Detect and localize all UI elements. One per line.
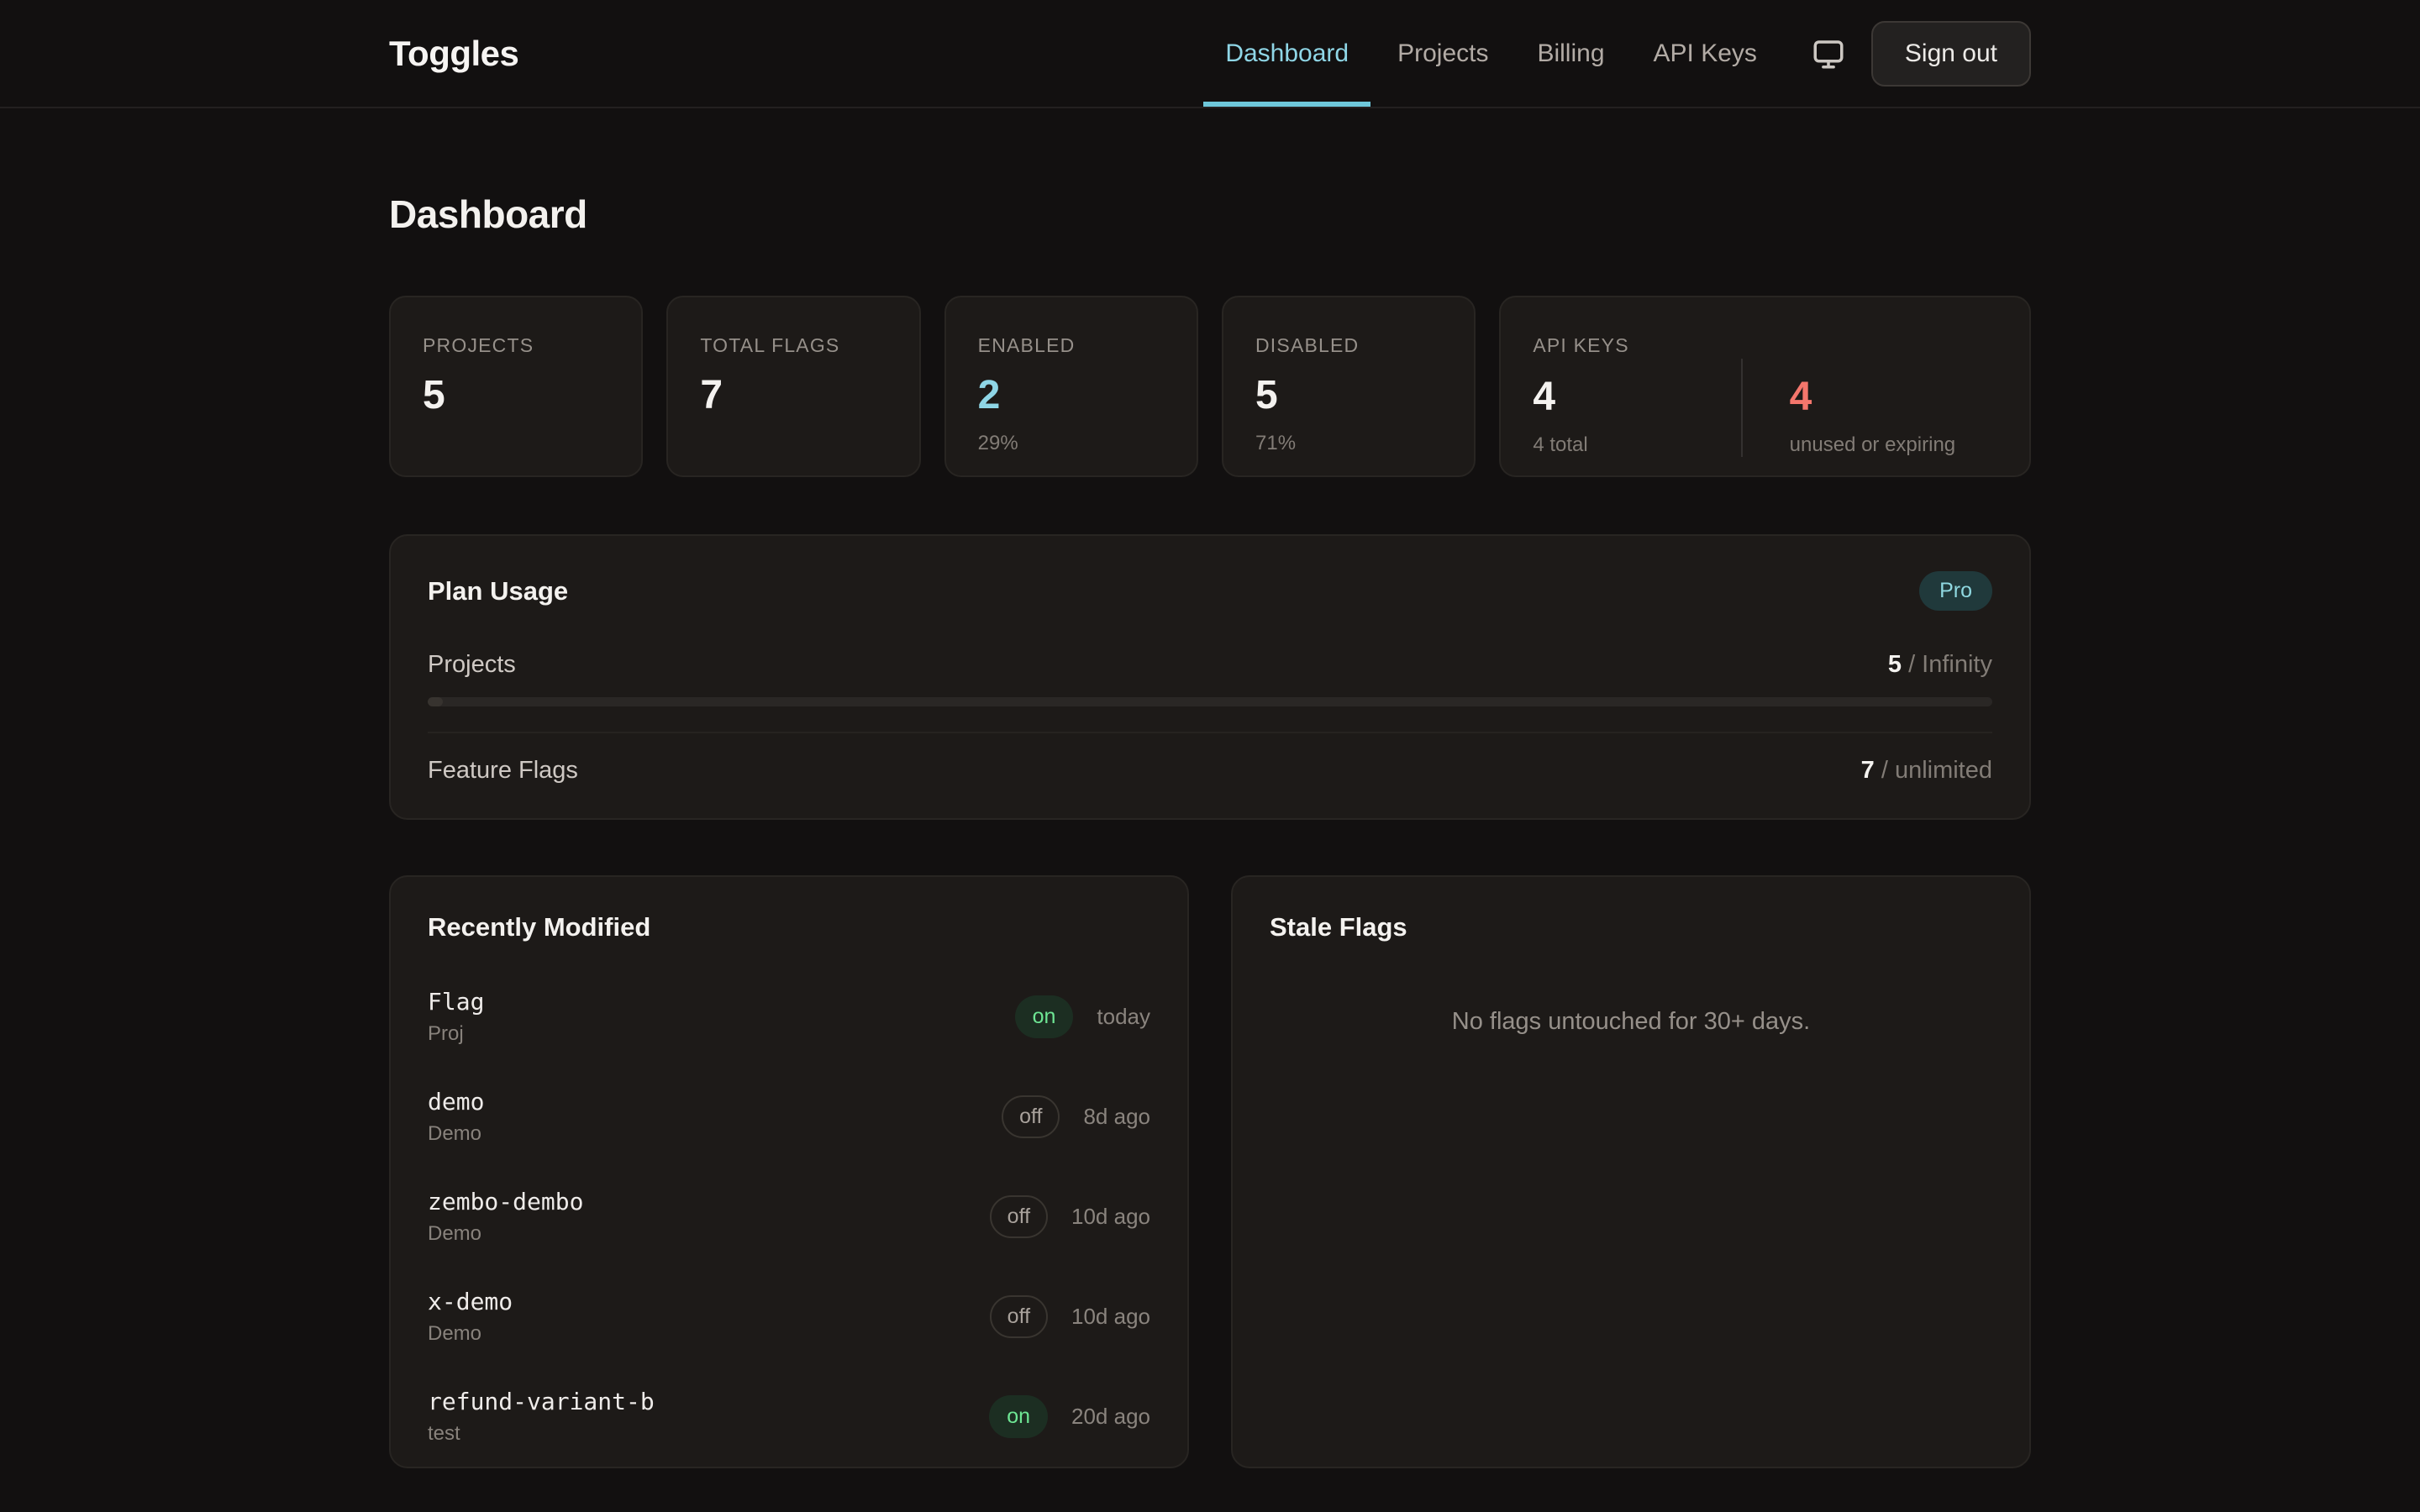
- stale-flags-title: Stale Flags: [1270, 912, 1992, 942]
- stat-sub: unused or expiring: [1790, 433, 1997, 457]
- stat-value: 7: [700, 372, 886, 418]
- plan-row-count: 7: [1861, 757, 1875, 784]
- stat-card-projects: PROJECTS 5: [389, 296, 643, 477]
- stat-sub: 29%: [978, 432, 1165, 455]
- plan-divider: [428, 732, 1992, 733]
- stat-label: ENABLED: [978, 334, 1165, 357]
- flag-name: Flag: [428, 988, 484, 1016]
- stat-value: 2: [978, 372, 1165, 418]
- flag-project: Demo: [428, 1322, 513, 1346]
- nav-tab-projects[interactable]: Projects: [1376, 0, 1510, 107]
- stat-card-enabled: ENABLED 2 29%: [944, 296, 1198, 477]
- flag-row[interactable]: refund-variant-b test on 20d ago: [428, 1388, 1150, 1446]
- recently-modified-list: Flag Proj on today demo Demo off: [428, 988, 1150, 1446]
- monitor-icon[interactable]: [1811, 36, 1846, 71]
- plan-row-limit: / Infinity: [1908, 651, 1992, 678]
- stat-label: TOTAL FLAGS: [700, 334, 886, 357]
- sign-out-button[interactable]: Sign out: [1871, 21, 2031, 87]
- stat-value: 4: [1533, 374, 1740, 420]
- flag-status-badge: off: [990, 1295, 1048, 1338]
- flag-project: Demo: [428, 1222, 583, 1246]
- plan-badge: Pro: [1919, 571, 1992, 611]
- bottom-panels: Recently Modified Flag Proj on today dem…: [389, 875, 2031, 1468]
- flag-project: Demo: [428, 1122, 484, 1146]
- plan-usage-card: Plan Usage Pro Projects 5 / Infinity Fea…: [389, 534, 2031, 820]
- flag-info: demo Demo: [428, 1088, 484, 1146]
- api-keys-alert: 4 unused or expiring: [1741, 359, 1997, 457]
- flag-row[interactable]: zembo-dembo Demo off 10d ago: [428, 1188, 1150, 1246]
- flag-modified-time: today: [1097, 1004, 1150, 1030]
- plan-row-count: 5: [1888, 651, 1902, 678]
- stat-label: DISABLED: [1255, 334, 1442, 357]
- stats-row: PROJECTS 5 TOTAL FLAGS 7 ENABLED 2 29% D…: [389, 296, 2031, 477]
- flag-modified-time: 10d ago: [1071, 1204, 1150, 1230]
- flag-info: zembo-dembo Demo: [428, 1188, 583, 1246]
- flag-row[interactable]: demo Demo off 8d ago: [428, 1088, 1150, 1146]
- primary-nav: Dashboard Projects Billing API Keys: [1203, 0, 1779, 107]
- flag-info: refund-variant-b test: [428, 1388, 655, 1446]
- projects-progress-fill: [428, 697, 443, 706]
- plan-row-value: 7 / unlimited: [1861, 757, 1992, 785]
- nav-tab-dashboard[interactable]: Dashboard: [1203, 0, 1370, 107]
- stat-value: 5: [423, 372, 609, 418]
- plan-row-value: 5 / Infinity: [1888, 651, 1992, 679]
- stat-card-total-flags: TOTAL FLAGS 7: [666, 296, 920, 477]
- projects-progress-bar: [428, 697, 1992, 706]
- flag-status-badge: on: [989, 1395, 1048, 1438]
- flag-name: x-demo: [428, 1288, 513, 1315]
- stat-card-api-keys: API KEYS 4 4 total 4 unused or expiring: [1499, 296, 2031, 477]
- recently-modified-title: Recently Modified: [428, 912, 1150, 942]
- page-title: Dashboard: [389, 192, 2031, 237]
- flag-row[interactable]: x-demo Demo off 10d ago: [428, 1288, 1150, 1346]
- flag-info: x-demo Demo: [428, 1288, 513, 1346]
- stat-card-disabled: DISABLED 5 71%: [1222, 296, 1476, 477]
- stat-label: PROJECTS: [423, 334, 609, 357]
- flag-status-badge: on: [1015, 995, 1074, 1038]
- stat-value: 4: [1790, 374, 1997, 420]
- flag-modified-time: 10d ago: [1071, 1304, 1150, 1330]
- flag-status-badge: off: [990, 1195, 1048, 1238]
- flag-modified-time: 20d ago: [1071, 1404, 1150, 1430]
- flag-project: test: [428, 1422, 655, 1446]
- stale-flags-empty-message: No flags untouched for 30+ days.: [1270, 1008, 1992, 1036]
- stat-sub: 71%: [1255, 432, 1442, 455]
- top-nav-bar: Toggles Dashboard Projects Billing API K…: [0, 0, 2420, 108]
- flag-status-badge: off: [1002, 1095, 1060, 1138]
- plan-row-label: Projects: [428, 651, 516, 679]
- flag-info: Flag Proj: [428, 988, 484, 1046]
- api-keys-total: 4 4 total: [1533, 359, 1740, 457]
- plan-row-limit: / unlimited: [1881, 757, 1992, 784]
- nav-tab-billing[interactable]: Billing: [1515, 0, 1626, 107]
- flag-name: refund-variant-b: [428, 1388, 655, 1415]
- plan-usage-title: Plan Usage: [428, 576, 568, 606]
- stale-flags-card: Stale Flags No flags untouched for 30+ d…: [1231, 875, 2031, 1468]
- plan-row-feature-flags: Feature Flags 7 / unlimited: [428, 757, 1992, 785]
- stat-label: API KEYS: [1533, 334, 1997, 357]
- plan-row-label: Feature Flags: [428, 757, 578, 785]
- flag-project: Proj: [428, 1022, 484, 1046]
- dashboard-main: Dashboard PROJECTS 5 TOTAL FLAGS 7 ENABL…: [389, 192, 2031, 1512]
- stat-value: 5: [1255, 372, 1442, 418]
- flag-modified-time: 8d ago: [1083, 1104, 1150, 1130]
- flag-name: zembo-dembo: [428, 1188, 583, 1215]
- app-logo: Toggles: [389, 34, 518, 74]
- plan-row-projects: Projects 5 / Infinity: [428, 651, 1992, 679]
- recently-modified-card: Recently Modified Flag Proj on today dem…: [389, 875, 1189, 1468]
- stat-sub: 4 total: [1533, 433, 1740, 457]
- nav-tab-api-keys[interactable]: API Keys: [1632, 0, 1779, 107]
- flag-row[interactable]: Flag Proj on today: [428, 988, 1150, 1046]
- flag-name: demo: [428, 1088, 484, 1116]
